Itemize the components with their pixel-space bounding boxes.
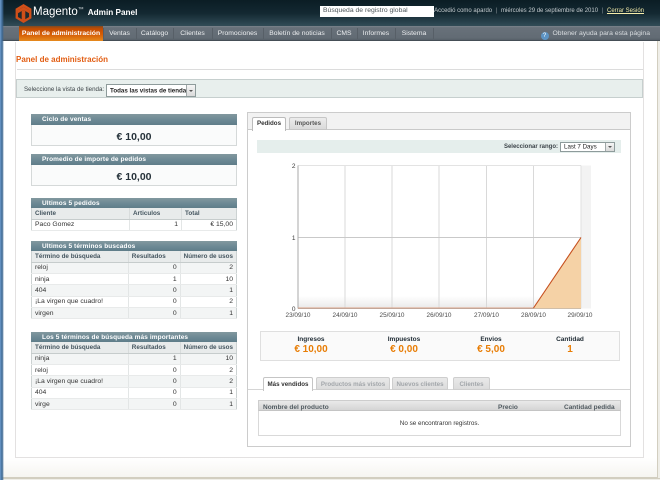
svg-text:1: 1	[292, 235, 296, 242]
svg-text:28/09/10: 28/09/10	[521, 312, 546, 319]
svg-text:2: 2	[292, 163, 296, 170]
svg-text:27/09/10: 27/09/10	[474, 312, 499, 319]
svg-text:24/09/10: 24/09/10	[333, 312, 358, 319]
svg-text:29/09/10: 29/09/10	[568, 312, 593, 319]
svg-text:23/09/10: 23/09/10	[286, 312, 311, 319]
svg-text:26/09/10: 26/09/10	[427, 312, 452, 319]
svg-text:25/09/10: 25/09/10	[380, 312, 405, 319]
